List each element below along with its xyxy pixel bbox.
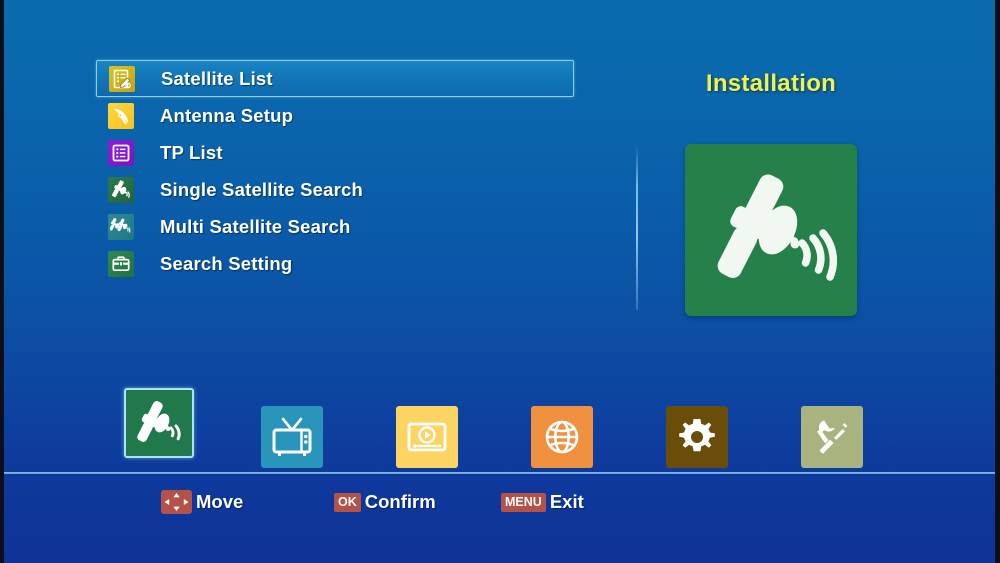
satellite-icon xyxy=(137,401,181,442)
arrow-keys-icon xyxy=(161,490,192,514)
menu-item-satellite-list[interactable]: Satellite List xyxy=(96,60,574,97)
search-setting-icon xyxy=(108,250,134,277)
tools-icon xyxy=(816,420,849,455)
toolbar-item-system[interactable] xyxy=(666,406,728,468)
menu-item-label: Search Setting xyxy=(160,252,293,274)
media-play-icon xyxy=(407,422,447,452)
toolbar-item-channel[interactable] xyxy=(261,406,323,468)
menu-key-badge: MENU xyxy=(501,492,546,512)
toolbar-item-tools[interactable] xyxy=(801,406,863,468)
help-move: Move xyxy=(161,490,243,514)
vertical-divider xyxy=(636,145,638,310)
menu-item-label: Antenna Setup xyxy=(160,104,294,126)
globe-icon xyxy=(545,420,579,454)
page-title: Installation xyxy=(705,70,837,97)
satellite-list-icon xyxy=(109,65,135,92)
satellite-dish-icon xyxy=(685,144,857,316)
menu-item-tp-list[interactable]: TP List xyxy=(96,134,574,171)
help-label: Move xyxy=(196,491,244,512)
menu-item-search-setting[interactable]: Search Setting xyxy=(96,245,574,282)
menu-item-label: Multi Satellite Search xyxy=(160,215,351,237)
toolbar-separator xyxy=(4,472,995,474)
help-confirm: OK Confirm xyxy=(334,491,436,513)
installation-menu-list: Satellite List Antenna Setup TP List Sin… xyxy=(96,60,574,282)
help-label: Confirm xyxy=(364,491,436,512)
main-toolbar xyxy=(4,388,995,472)
toolbar-item-media[interactable] xyxy=(396,406,458,468)
help-exit: MENU Exit xyxy=(501,491,584,513)
menu-item-multi-satellite-search[interactable]: Multi Satellite Search xyxy=(96,208,574,245)
menu-item-antenna-setup[interactable]: Antenna Setup xyxy=(96,97,574,134)
tp-list-icon xyxy=(108,139,134,166)
antenna-setup-icon xyxy=(108,102,134,129)
toolbar-item-network[interactable] xyxy=(531,406,593,468)
menu-item-label: Satellite List xyxy=(161,67,273,89)
osd-background: Satellite List Antenna Setup TP List Sin… xyxy=(4,0,995,563)
tv-icon xyxy=(272,417,312,456)
multi-satellite-search-icon xyxy=(108,213,134,240)
gear-icon xyxy=(679,419,715,452)
menu-item-label: Single Satellite Search xyxy=(160,178,364,200)
help-bar: Move OK Confirm MENU Exit xyxy=(4,488,995,524)
ok-key-badge: OK xyxy=(334,492,361,512)
help-label: Exit xyxy=(549,491,584,512)
menu-item-single-satellite-search[interactable]: Single Satellite Search xyxy=(96,171,574,208)
menu-item-label: TP List xyxy=(160,141,223,163)
tv-screen: Satellite List Antenna Setup TP List Sin… xyxy=(0,0,1000,563)
single-satellite-search-icon xyxy=(108,176,134,203)
toolbar-item-installation[interactable] xyxy=(124,388,194,458)
